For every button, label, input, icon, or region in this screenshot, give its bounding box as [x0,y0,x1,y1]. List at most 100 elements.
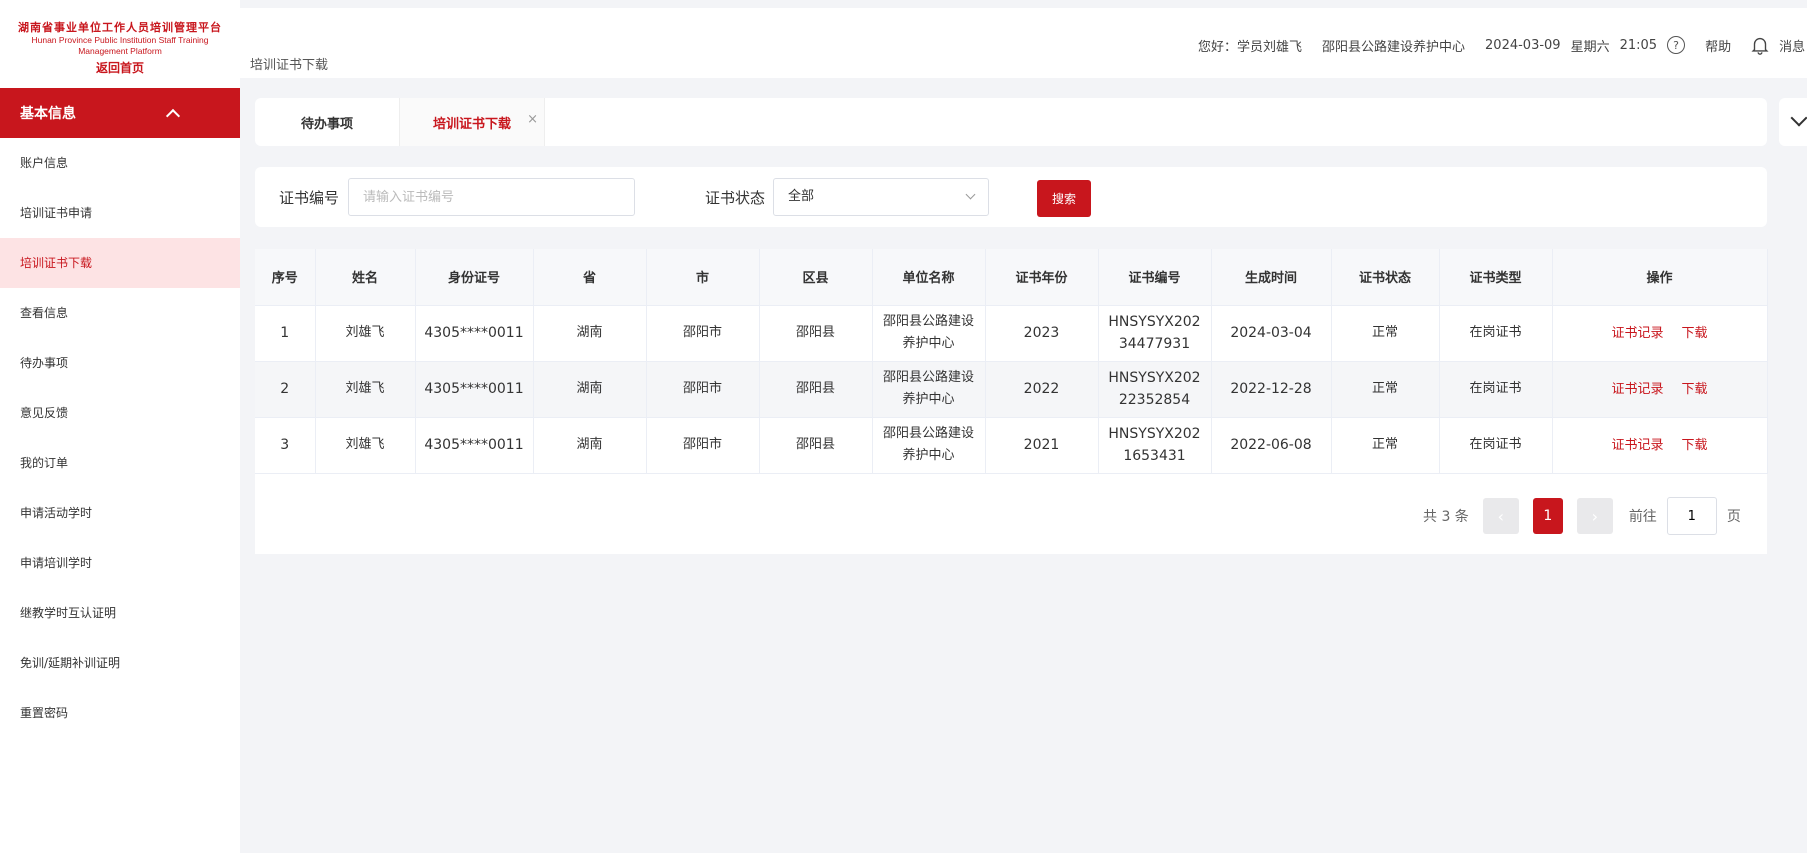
back-home-link[interactable]: 返回首页 [96,59,144,76]
sidebar-menu: 账户信息 培训证书申请 培训证书下载 查看信息 待办事项 意见反馈 我的订单 申… [0,138,240,738]
table-header-row: 序号 姓名 身份证号 省 市 区县 单位名称 证书年份 证书编号 生成时间 证书… [255,249,1768,306]
cell-unit: 邵阳县公路建设养护中心 [872,417,986,474]
search-button[interactable]: 搜索 [1037,180,1091,217]
cert-record-link[interactable]: 证书记录 [1611,382,1663,397]
sidebar-item-my-orders[interactable]: 我的订单 [0,438,240,488]
cert-status-label: 证书状态 [705,189,766,207]
chevron-up-icon [165,108,181,124]
col-header: 市 [646,249,760,306]
cell-status: 正常 [1331,305,1440,362]
tab-cert-download[interactable]: 培训证书下载 × [400,98,545,146]
search-panel: 证书编号 证书状态 全部 搜索 [255,167,1767,227]
tab-bar: 待办事项 培训证书下载 × [255,98,1767,146]
bell-icon[interactable] [1749,34,1771,56]
sidebar-item-view-info[interactable]: 查看信息 [0,288,240,338]
cell-province: 湖南 [533,361,647,418]
table-row: 3 刘雄飞 4305****0011 湖南 邵阳市 邵阳县 邵阳县公路建设养护中… [255,417,1768,474]
sidebar-section-basic-info[interactable]: 基本信息 [0,88,240,138]
sidebar-section-label: 基本信息 [20,106,76,122]
cert-record-link[interactable]: 证书记录 [1611,326,1663,341]
sidebar-item-training-hours[interactable]: 申请培训学时 [0,538,240,588]
message-label[interactable]: 消息 [1779,36,1805,55]
cell-name: 刘雄飞 [315,305,416,362]
cell-county: 邵阳县 [759,361,873,418]
cell-province: 湖南 [533,417,647,474]
col-header: 证书状态 [1331,249,1440,306]
cell-no: 2 [255,361,316,418]
download-link[interactable]: 下载 [1682,438,1708,453]
sidebar-item-feedback[interactable]: 意见反馈 [0,388,240,438]
user-org: 邵阳县公路建设养护中心 [1322,39,1466,55]
cell-year: 2022 [985,361,1099,418]
cert-record-link[interactable]: 证书记录 [1611,438,1663,453]
cell-name: 刘雄飞 [315,361,416,418]
sidebar-item-cert-apply[interactable]: 培训证书申请 [0,188,240,238]
cell-city: 邵阳市 [646,361,760,418]
goto-page-input[interactable] [1666,497,1717,535]
cell-city: 邵阳市 [646,417,760,474]
next-page-button[interactable]: › [1576,498,1613,534]
sidebar-item-account-info[interactable]: 账户信息 [0,138,240,188]
sidebar-item-hours-recognition[interactable]: 继教学时互认证明 [0,588,240,638]
col-header: 证书年份 [985,249,1099,306]
help-button[interactable]: ? 帮助 [1667,36,1731,55]
cell-year: 2023 [985,305,1099,362]
cell-no: 1 [255,305,316,362]
cell-unit: 邵阳县公路建设养护中心 [872,305,986,362]
cell-cert-no: HNSYSYX20222352854 [1098,361,1212,418]
cell-cert-no: HNSYSYX20234477931 [1098,305,1212,362]
col-header: 证书类型 [1439,249,1553,306]
sidebar-item-activity-hours[interactable]: 申请活动学时 [0,488,240,538]
cell-cert-no: HNSYSYX2021653431 [1098,417,1212,474]
header-info: 您好：学员刘雄飞 邵阳县公路建设养护中心 2024-03-09 星期六 21:0… [1198,34,1805,56]
cell-city: 邵阳市 [646,305,760,362]
top-header: 培训证书下载 您好：学员刘雄飞 邵阳县公路建设养护中心 2024-03-09 星… [240,8,1807,78]
prev-page-button[interactable]: ‹ [1482,498,1519,534]
cell-actions: 证书记录 下载 [1552,417,1768,474]
download-link[interactable]: 下载 [1682,382,1708,397]
cell-county: 邵阳县 [759,417,873,474]
tab-dropdown-button[interactable] [1779,98,1807,146]
breadcrumb: 培训证书下载 [250,58,329,73]
cell-province: 湖南 [533,305,647,362]
col-header: 省 [533,249,647,306]
cell-created: 2022-12-28 [1211,361,1332,418]
logo-title: 湖南省事业单位工作人员培训管理平台 [18,20,222,34]
sidebar-item-todo[interactable]: 待办事项 [0,338,240,388]
cell-no: 3 [255,417,316,474]
tab-todo-label: 待办事项 [300,116,353,132]
cell-id: 4305****0011 [415,417,534,474]
header-weekday: 星期六 [1570,39,1610,55]
chevron-down-icon [1790,109,1807,127]
cell-status: 正常 [1331,361,1440,418]
user-greeting: 您好：学员刘雄飞 [1198,39,1303,55]
pagination: 共 3 条 ‹ 1 › 前往 页 [1423,497,1741,535]
col-header: 生成时间 [1211,249,1332,306]
col-header: 姓名 [315,249,416,306]
tab-todo[interactable]: 待办事项 [255,98,400,146]
logo-subtitle-2: Management Platform [78,45,162,56]
col-header: 区县 [759,249,873,306]
page-number-1[interactable]: 1 [1532,498,1563,534]
cell-status: 正常 [1331,417,1440,474]
page-unit-label: 页 [1726,509,1741,525]
sidebar-item-cert-download[interactable]: 培训证书下载 [0,238,240,288]
cell-created: 2024-03-04 [1211,305,1332,362]
cert-no-label: 证书编号 [279,189,340,207]
header-date: 2024-03-09 [1485,37,1561,53]
close-icon[interactable]: × [527,112,538,127]
table-row: 1 刘雄飞 4305****0011 湖南 邵阳市 邵阳县 邵阳县公路建设养护中… [255,305,1768,362]
cell-name: 刘雄飞 [315,417,416,474]
cert-status-select[interactable]: 全部 [773,178,989,216]
tab-cert-download-label: 培训证书下载 [432,116,511,132]
help-label: 帮助 [1705,39,1732,55]
cell-actions: 证书记录 下载 [1552,305,1768,362]
cert-no-input[interactable] [348,178,635,216]
header-time: 21:05 [1619,37,1658,53]
sidebar-item-exemption-proof[interactable]: 免训/延期补训证明 [0,638,240,688]
pagination-total: 共 3 条 [1423,509,1469,525]
cell-type: 在岗证书 [1439,305,1553,362]
logo: 湖南省事业单位工作人员培训管理平台 Hunan Province Public … [0,0,240,88]
download-link[interactable]: 下载 [1682,326,1708,341]
sidebar-item-reset-password[interactable]: 重置密码 [0,688,240,738]
